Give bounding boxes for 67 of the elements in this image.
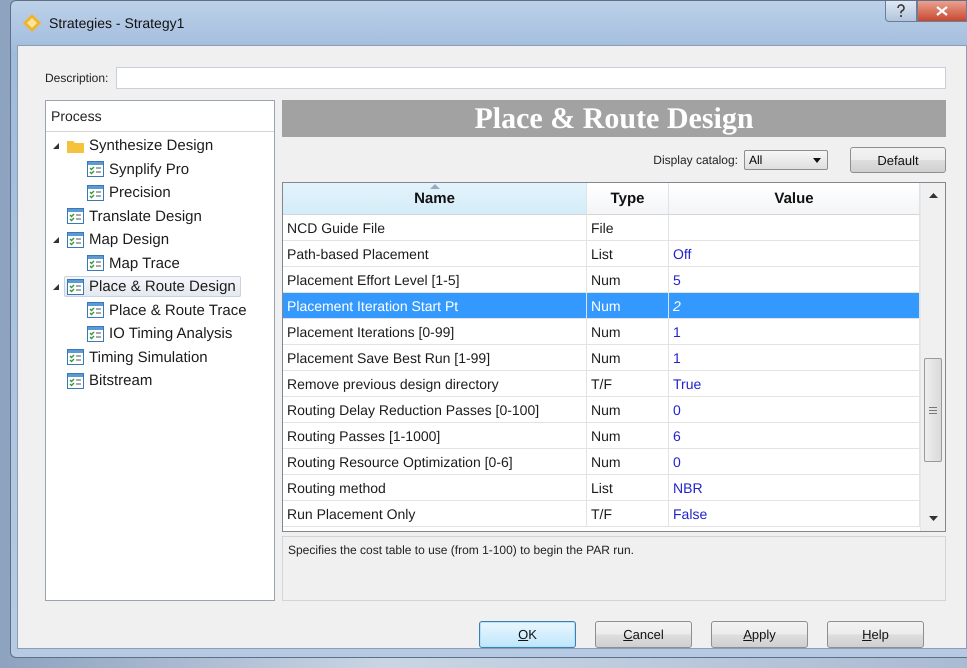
type-cell: T/F	[587, 501, 669, 527]
value-cell: False	[669, 501, 920, 527]
catalog-dropdown[interactable]: All	[744, 150, 828, 170]
tree-item[interactable]: Place & Route Design	[64, 276, 241, 298]
tree-item[interactable]: Bitstream	[64, 370, 158, 392]
scroll-thumb[interactable]	[924, 358, 942, 462]
panel-title: Place & Route Design	[282, 100, 946, 137]
help-button[interactable]	[885, 1, 917, 22]
sort-arrow-icon	[430, 184, 440, 189]
table-row[interactable]: Run Placement Only T/F False	[283, 501, 920, 527]
document-list-icon	[67, 232, 84, 248]
tree-item[interactable]: Precision	[84, 182, 176, 204]
column-header[interactable]: Value	[669, 183, 920, 215]
document-list-icon	[67, 278, 84, 295]
folder-icon	[67, 138, 84, 153]
scrollbar[interactable]	[920, 183, 945, 531]
tree-item[interactable]: Map Trace	[84, 252, 185, 274]
column-header[interactable]: Name	[283, 183, 587, 215]
table-row[interactable]: Placement Save Best Run [1-99] Num 1	[283, 345, 920, 371]
table-row[interactable]: Path-based Placement List Off	[283, 241, 920, 267]
close-icon	[936, 6, 948, 16]
column-header[interactable]: Type	[587, 183, 669, 215]
caret-icon	[813, 158, 821, 162]
table-row[interactable]: Routing method List NBR	[283, 475, 920, 501]
window-title: Strategies - Strategy1	[49, 15, 184, 31]
document-list-icon	[67, 208, 84, 224]
document-list-icon	[87, 326, 104, 342]
default-button[interactable]: Default	[850, 147, 946, 173]
document-list-icon	[87, 302, 104, 318]
question-mark-icon	[896, 4, 906, 18]
scroll-down-icon[interactable]	[928, 516, 938, 521]
tree-item[interactable]: Synplify Pro	[84, 158, 194, 180]
table-row[interactable]: Routing Delay Reduction Passes [0-100] Num 0	[283, 397, 920, 423]
tree-header: Process	[46, 101, 274, 132]
document-list-icon	[87, 184, 104, 201]
table-row[interactable]: Placement Effort Level [1-5] Num 5	[283, 267, 920, 293]
table-row[interactable]: Remove previous design directory T/F True	[283, 371, 920, 397]
description-field[interactable]	[116, 67, 946, 89]
document-list-icon	[67, 372, 84, 389]
expanded-arrow-icon[interactable]	[52, 282, 60, 291]
close-button[interactable]	[917, 1, 967, 22]
dialog-button[interactable]: Cancel	[595, 621, 692, 648]
dialog-button[interactable]: Apply	[711, 621, 808, 648]
scroll-up-icon[interactable]	[928, 193, 938, 198]
table-row[interactable]: Routing Passes [1-1000] Num 6	[283, 423, 920, 449]
table-row[interactable]: Routing Resource Optimization [0-6] Num 0	[283, 449, 920, 475]
grip-icon	[929, 406, 937, 414]
tree-item[interactable]: Translate Design	[64, 206, 207, 227]
expanded-arrow-icon[interactable]	[52, 236, 60, 244]
tree-item[interactable]: Timing Simulation	[64, 346, 213, 368]
document-list-icon	[87, 161, 104, 178]
tree-item[interactable]: Synthesize Design	[64, 135, 218, 156]
name-cell: Run Placement Only	[283, 501, 587, 527]
diamond-icon	[23, 14, 41, 32]
tree-item[interactable]: IO Timing Analysis	[84, 323, 238, 344]
document-list-icon	[67, 349, 84, 366]
expanded-arrow-icon[interactable]	[52, 142, 60, 150]
description-label: Description:	[45, 71, 108, 85]
table-row[interactable]: NCD Guide File File	[283, 215, 920, 241]
dialog-button[interactable]: Help	[827, 621, 924, 648]
document-list-icon	[87, 255, 104, 272]
catalog-label: Display catalog:	[653, 153, 738, 167]
table-row[interactable]: Placement Iterations [0-99] Num 1	[283, 319, 920, 345]
tree-item[interactable]: Place & Route Trace	[84, 300, 252, 321]
tree-item[interactable]: Map Design	[64, 229, 174, 250]
help-text: Specifies the cost table to use (from 1-100) to begin the PAR run.	[282, 536, 946, 601]
dialog-button[interactable]: OK	[479, 621, 576, 648]
